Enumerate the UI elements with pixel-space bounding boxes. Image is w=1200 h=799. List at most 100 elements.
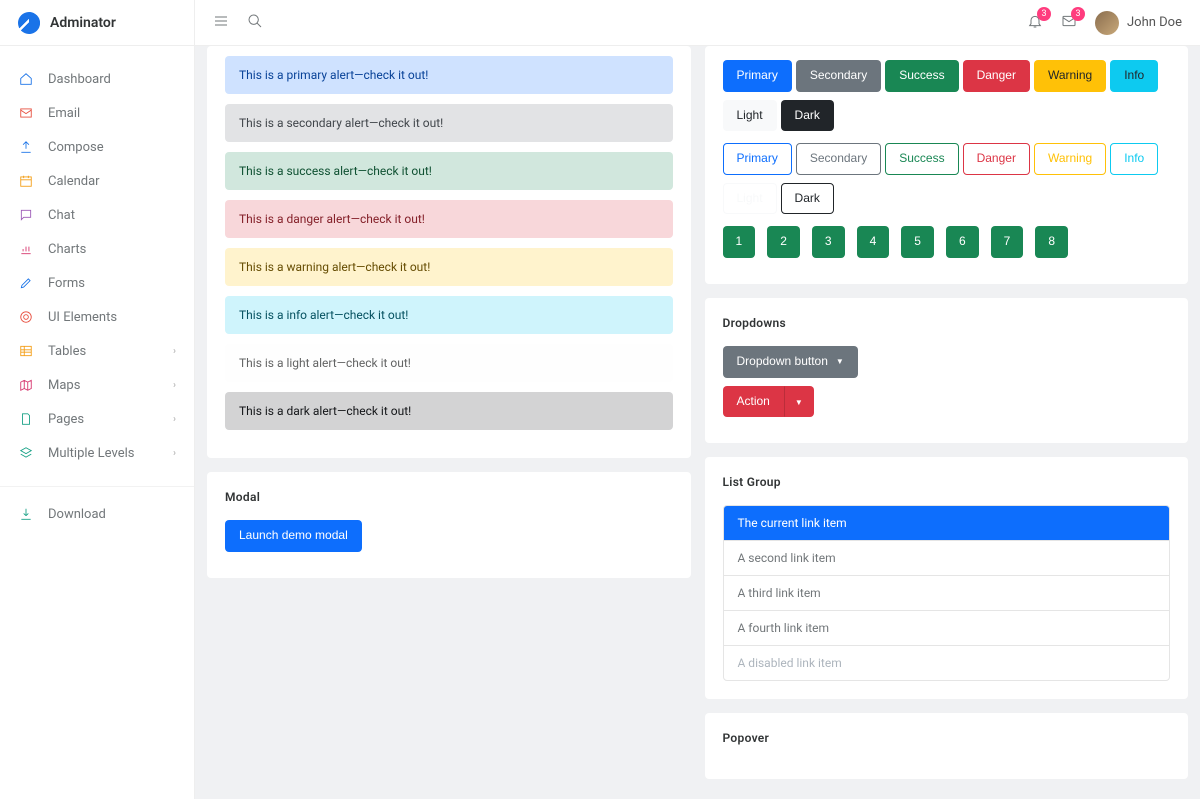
- sidebar-nav: Dashboard Email Compose Calendar Chat Charts F…: [0, 46, 194, 486]
- sidebar-item-forms[interactable]: Forms: [0, 266, 194, 300]
- button-number-4[interactable]: 4: [857, 226, 890, 258]
- button-outline-dark[interactable]: Dark: [781, 183, 834, 215]
- menu-toggle-icon[interactable]: [213, 13, 229, 33]
- button-number-6[interactable]: 6: [946, 226, 979, 258]
- list-item[interactable]: A second link item: [724, 541, 1170, 576]
- sidebar-item-calendar[interactable]: Calendar: [0, 164, 194, 198]
- alert-dark: This is a dark alert—check it out!: [225, 392, 673, 430]
- chart-icon: [18, 241, 34, 257]
- button-outline-success[interactable]: Success: [885, 143, 958, 175]
- button-outline-primary[interactable]: Primary: [723, 143, 792, 175]
- button-warning[interactable]: Warning: [1034, 60, 1106, 92]
- button-number-5[interactable]: 5: [901, 226, 934, 258]
- sidebar-item-label: Chat: [48, 208, 75, 223]
- sidebar-item-ui-elements[interactable]: UI Elements: [0, 300, 194, 334]
- button-outline-warning[interactable]: Warning: [1034, 143, 1106, 175]
- button-secondary[interactable]: Secondary: [796, 60, 881, 92]
- logo-icon: [18, 12, 40, 34]
- sidebar-item-label: Tables: [48, 344, 86, 359]
- button-outline-info[interactable]: Info: [1110, 143, 1158, 175]
- list-item[interactable]: A fourth link item: [724, 611, 1170, 646]
- chat-icon: [18, 207, 34, 223]
- launch-modal-button[interactable]: Launch demo modal: [225, 520, 362, 552]
- button-dark[interactable]: Dark: [781, 100, 834, 132]
- list-group-card: List Group The current link itemA second…: [705, 457, 1189, 699]
- action-button[interactable]: Action: [723, 386, 784, 418]
- sidebar-item-dashboard[interactable]: Dashboard: [0, 62, 194, 96]
- list-item[interactable]: The current link item: [724, 506, 1170, 541]
- pencil-icon: [18, 275, 34, 291]
- sidebar-item-label: Download: [48, 507, 106, 522]
- sidebar-item-label: Calendar: [48, 174, 100, 189]
- sidebar-item-label: Charts: [48, 242, 86, 257]
- modal-card: Modal Launch demo modal: [207, 472, 691, 578]
- sidebar-item-label: Compose: [48, 140, 104, 155]
- user-menu[interactable]: John Doe: [1095, 11, 1182, 35]
- button-number-3[interactable]: 3: [812, 226, 845, 258]
- search-icon[interactable]: [247, 13, 263, 33]
- list-item[interactable]: A third link item: [724, 576, 1170, 611]
- alert-info: This is a info alert—check it out!: [225, 296, 673, 334]
- mail-badge: 3: [1071, 7, 1085, 21]
- chevron-right-icon: ›: [173, 448, 176, 459]
- button-number-1[interactable]: 1: [723, 226, 756, 258]
- layers-icon: [18, 445, 34, 461]
- map-icon: [18, 377, 34, 393]
- button-success[interactable]: Success: [885, 60, 958, 92]
- button-number-7[interactable]: 7: [991, 226, 1024, 258]
- download-icon: [18, 506, 34, 522]
- list-item: A disabled link item: [724, 646, 1170, 680]
- button-outline-danger[interactable]: Danger: [963, 143, 1030, 175]
- chevron-right-icon: ›: [173, 414, 176, 425]
- button-outline-light[interactable]: Light: [723, 183, 777, 215]
- alert-light: This is a light alert—check it out!: [225, 344, 673, 382]
- button-danger[interactable]: Danger: [963, 60, 1030, 92]
- sidebar-item-charts[interactable]: Charts: [0, 232, 194, 266]
- button-primary[interactable]: Primary: [723, 60, 792, 92]
- brand-name: Adminator: [50, 15, 116, 31]
- table-icon: [18, 343, 34, 359]
- action-caret-button[interactable]: ▼: [784, 386, 814, 418]
- file-icon: [18, 411, 34, 427]
- alert-success: This is a success alert—check it out!: [225, 152, 673, 190]
- sidebar-item-chat[interactable]: Chat: [0, 198, 194, 232]
- dropdown-button[interactable]: Dropdown button ▼: [723, 346, 858, 378]
- popover-card: Popover: [705, 713, 1189, 779]
- sidebar-item-pages[interactable]: Pages›: [0, 402, 194, 436]
- dropdowns-title: Dropdowns: [723, 316, 1171, 330]
- share-icon: [18, 139, 34, 155]
- sidebar-item-multiple-levels[interactable]: Multiple Levels ›: [0, 436, 194, 470]
- sidebar-item-label: Multiple Levels: [48, 446, 134, 461]
- bell-badge: 3: [1037, 7, 1051, 21]
- alerts-card: This is a primary alert—check it out!Thi…: [207, 46, 691, 458]
- sidebar-item-tables[interactable]: Tables›: [0, 334, 194, 368]
- sidebar: Adminator Dashboard Email Compose Calendar C…: [0, 0, 195, 799]
- alert-danger: This is a danger alert—check it out!: [225, 200, 673, 238]
- sidebar-item-maps[interactable]: Maps›: [0, 368, 194, 402]
- chevron-down-icon: ▼: [836, 357, 844, 367]
- button-info[interactable]: Info: [1110, 60, 1158, 92]
- sidebar-item-label: Maps: [48, 378, 80, 393]
- sidebar-item-compose[interactable]: Compose: [0, 130, 194, 164]
- button-outline-secondary[interactable]: Secondary: [796, 143, 881, 175]
- target-icon: [18, 309, 34, 325]
- button-number-8[interactable]: 8: [1035, 226, 1068, 258]
- brand-logo[interactable]: Adminator: [0, 0, 194, 46]
- notifications-bell[interactable]: 3: [1027, 13, 1043, 33]
- sidebar-item-label: Email: [48, 106, 80, 121]
- popover-title: Popover: [723, 731, 1171, 745]
- sidebar-item-email[interactable]: Email: [0, 96, 194, 130]
- mail-icon: [18, 105, 34, 121]
- list-group-title: List Group: [723, 475, 1171, 489]
- dropdowns-card: Dropdowns Dropdown button ▼ Action ▼: [705, 298, 1189, 443]
- sidebar-item-label: UI Elements: [48, 310, 117, 325]
- notifications-mail[interactable]: 3: [1061, 13, 1077, 33]
- sidebar-item-label: Forms: [48, 276, 85, 291]
- sidebar-item-label: Dashboard: [48, 72, 111, 87]
- button-number-2[interactable]: 2: [767, 226, 800, 258]
- chevron-down-icon: ▼: [795, 398, 803, 407]
- button-light[interactable]: Light: [723, 100, 777, 132]
- calendar-icon: [18, 173, 34, 189]
- sidebar-download[interactable]: Download: [0, 497, 194, 531]
- topbar: 3 3 John Doe: [195, 0, 1200, 46]
